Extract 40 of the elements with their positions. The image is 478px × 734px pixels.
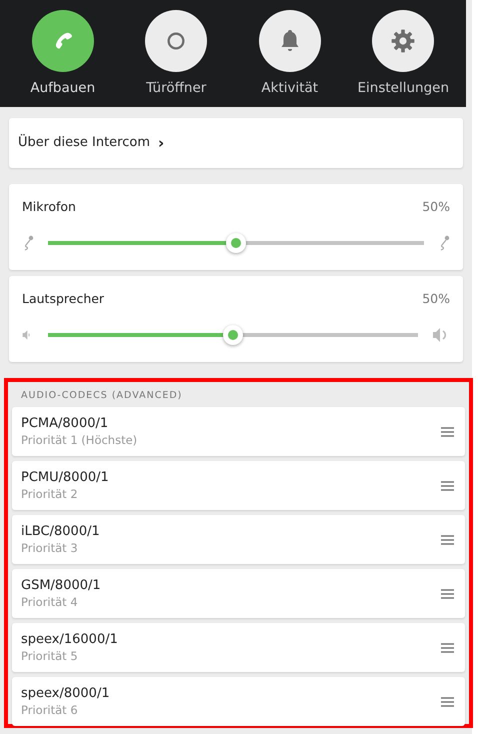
codec-priority: Priorität 5 [21, 648, 79, 664]
codec-row[interactable]: PCMU/8000/1 Priorität 2 [12, 461, 465, 510]
codec-row[interactable]: PCMA/8000/1 Priorität 1 (Höchste) [12, 407, 465, 456]
codec-row[interactable]: speex/16000/1 Priorität 5 [12, 623, 465, 672]
drag-handle-icon[interactable] [439, 478, 456, 493]
drag-handle-icon[interactable] [439, 586, 456, 601]
codec-name: iLBC/8000/1 [21, 524, 100, 541]
codec-priority: Priorität 1 (Höchste) [21, 432, 138, 448]
slider-label: Lautsprecher [22, 290, 104, 308]
action-button[interactable]: Türöffner [122, 10, 230, 107]
microphone-icon [22, 234, 34, 251]
drag-handle-icon[interactable] [439, 640, 456, 655]
action-button[interactable]: Aktivität [236, 10, 344, 107]
codec-name: PCMA/8000/1 [21, 416, 110, 433]
action-button[interactable]: Aufbauen [8, 10, 117, 107]
codec-name: PCMU/8000/1 [21, 470, 109, 487]
drag-handle-icon[interactable] [439, 694, 456, 709]
codec-priority: Priorität 4 [21, 594, 79, 610]
circle-icon [165, 30, 188, 52]
codec-name: GSM/8000/1 [21, 578, 101, 595]
slider-label: Mikrofon [22, 198, 76, 216]
action-button[interactable]: Einstellungen [349, 10, 458, 107]
codec-row[interactable]: iLBC/8000/1 Priorität 3 [12, 515, 465, 564]
drag-handle-icon[interactable] [439, 424, 456, 439]
codec-row[interactable]: GSM/8000/1 Priorität 4 [12, 569, 465, 618]
codec-priority: Priorität 6 [21, 702, 79, 718]
drag-handle-icon[interactable] [439, 532, 456, 547]
codec-priority: Priorität 3 [21, 540, 79, 556]
microphone-icon [438, 234, 450, 251]
slider-reading: 50% [422, 290, 450, 308]
slider-thumb[interactable] [223, 324, 243, 345]
codec-priority: Priorität 2 [21, 486, 79, 502]
slider-thumb[interactable] [226, 232, 246, 253]
codec-row[interactable]: speex/8000/1 Priorität 6 [12, 677, 465, 726]
section-heading: AUDIO-CODECS (ADVANCED) [20, 389, 184, 403]
about-link[interactable]: Über diese Intercom › [9, 118, 463, 168]
codec-name: speex/8000/1 [21, 686, 110, 703]
codec-name: speex/16000/1 [21, 632, 118, 649]
gear-icon [390, 28, 416, 54]
slider-reading: 50% [422, 198, 450, 216]
